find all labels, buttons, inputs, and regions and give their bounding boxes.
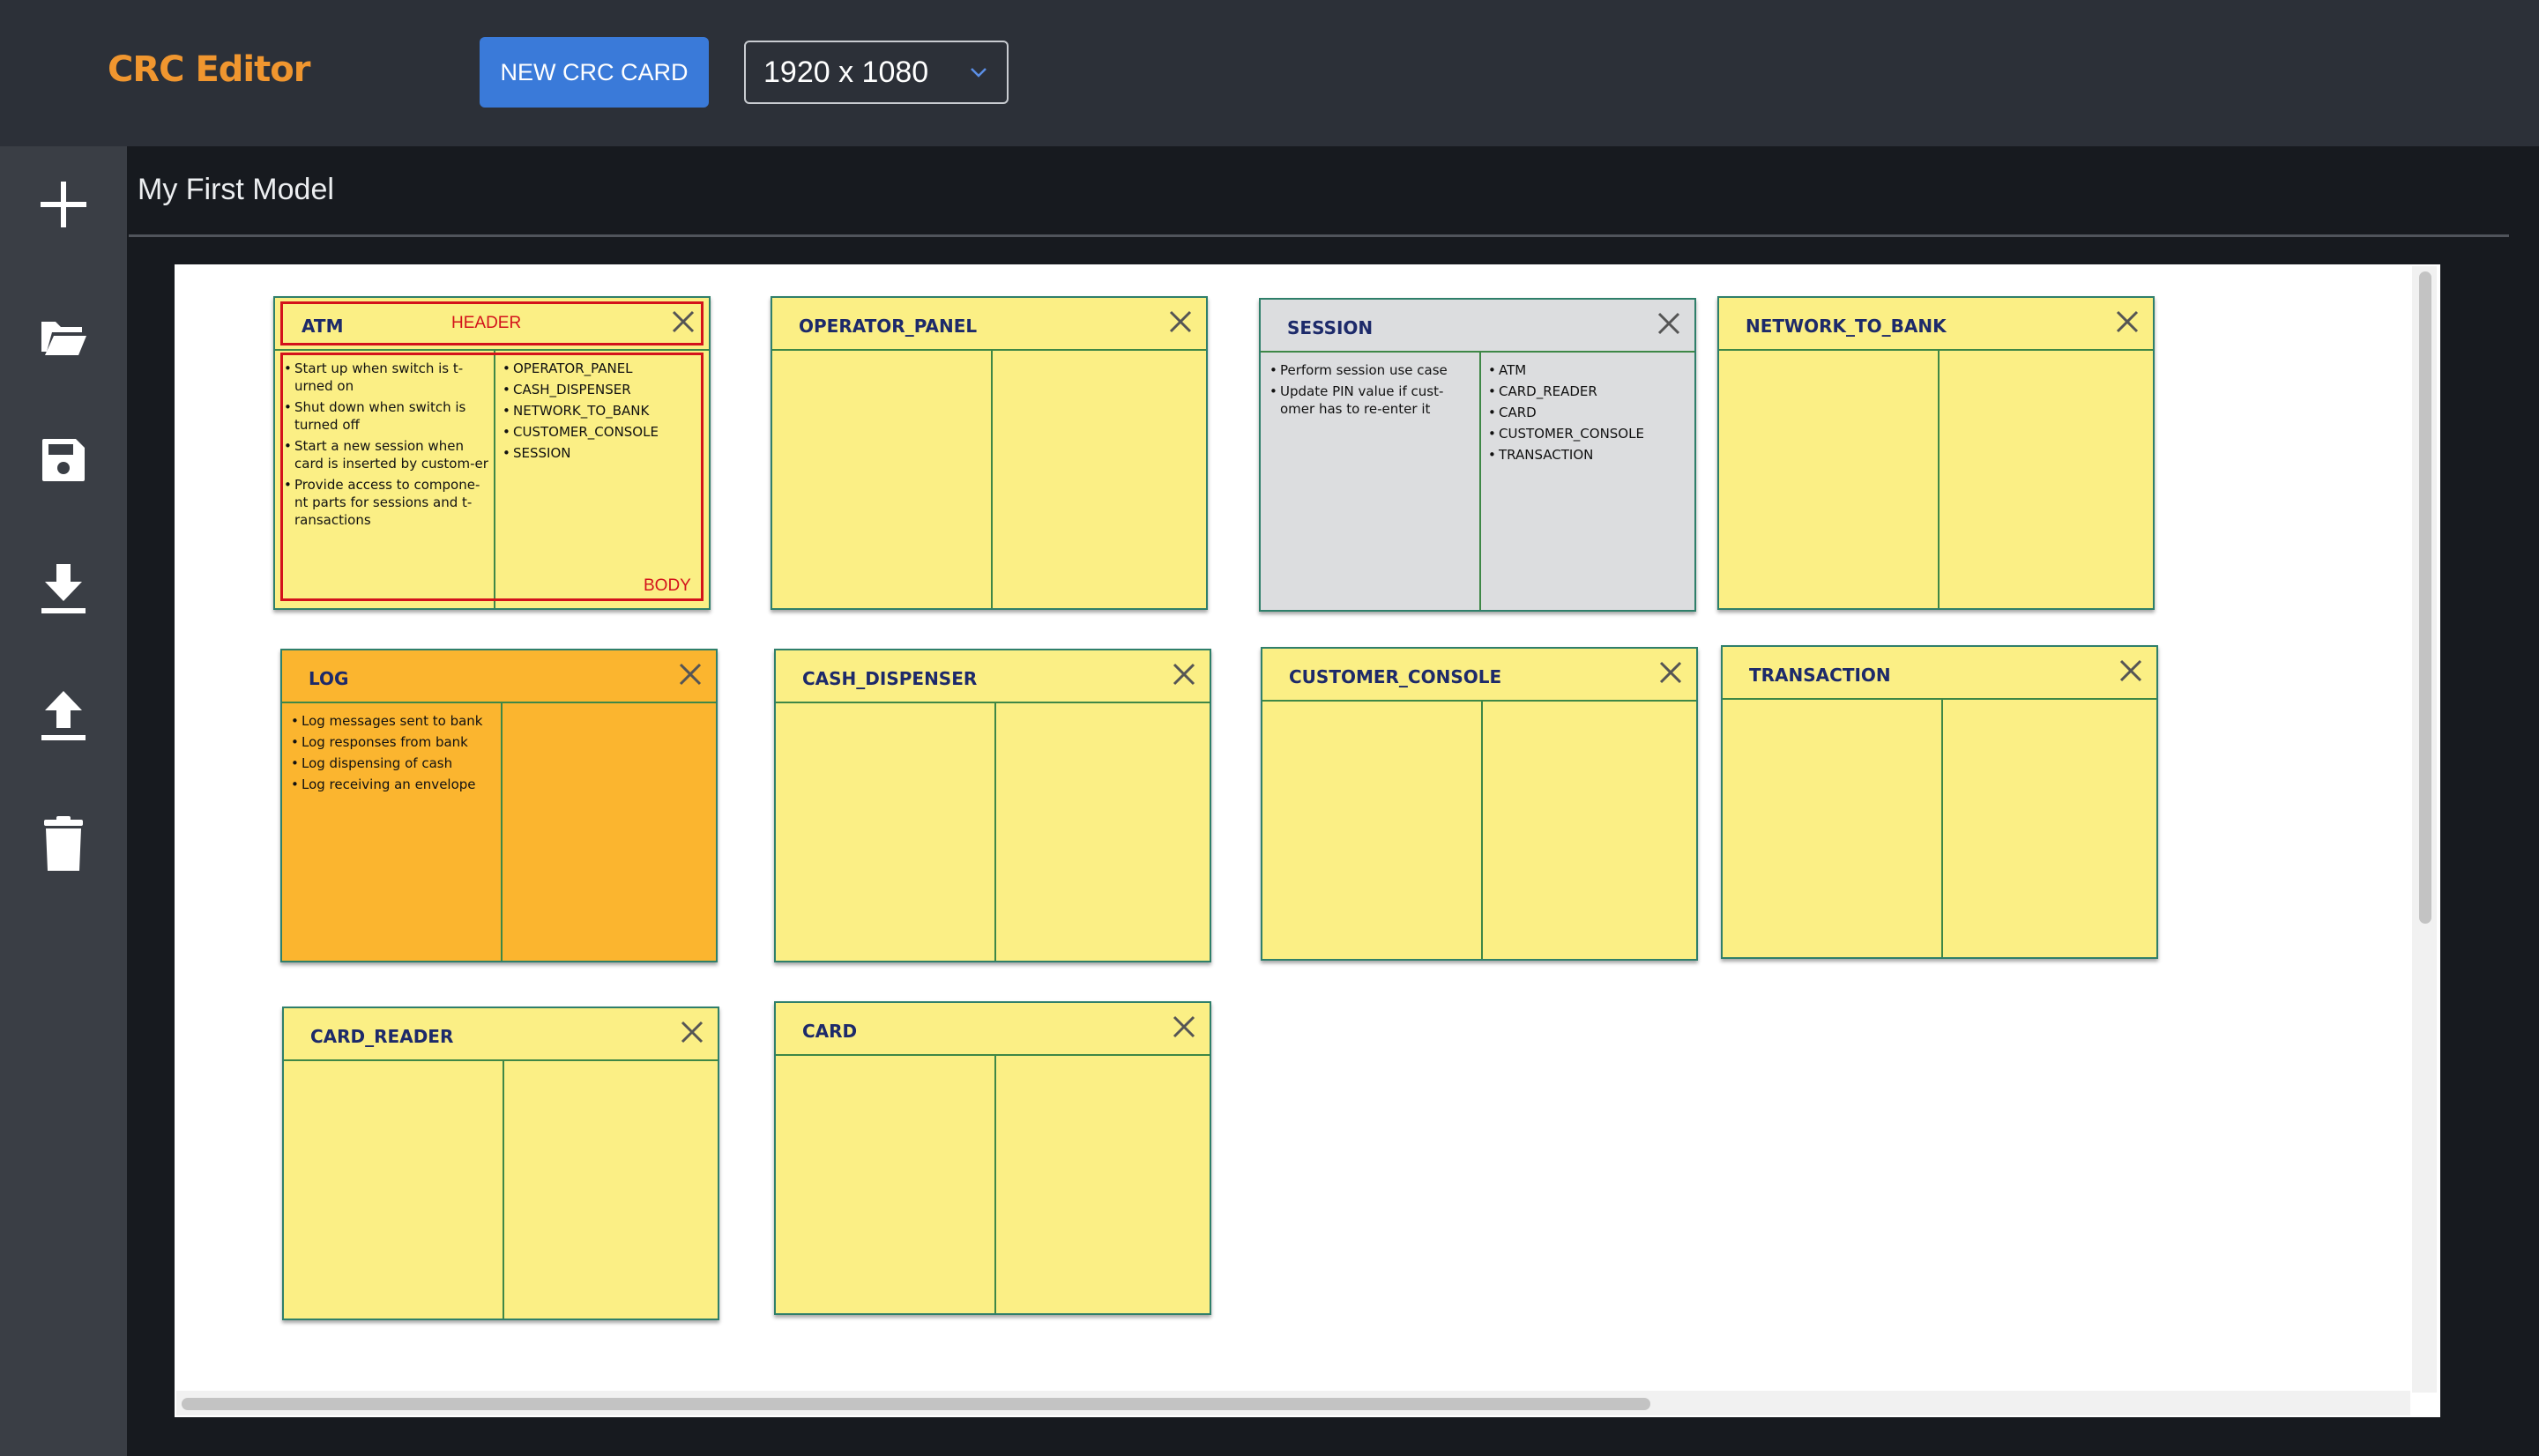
card-header[interactable]: CARD_READER <box>284 1008 718 1061</box>
crc-card[interactable]: NETWORK_TO_BANK <box>1717 296 2155 610</box>
responsibility-item: Log dispensing of cash <box>291 754 495 772</box>
crc-card[interactable]: CARD <box>774 1001 1211 1315</box>
card-column-divider <box>1479 353 1481 610</box>
header-annotation: HEADER <box>451 314 522 332</box>
app-title: CRC Editor <box>108 49 310 90</box>
collaborators-column[interactable]: ATM CARD_READER CARD CUSTOMER_CONSOLE TR… <box>1488 361 1689 467</box>
plus-icon <box>41 182 86 227</box>
delete-button[interactable] <box>32 813 95 876</box>
vertical-scroll-thumb[interactable] <box>2419 271 2431 924</box>
card-column-divider <box>994 1056 996 1313</box>
vertical-scrollbar[interactable] <box>2412 266 2437 1393</box>
crc-card[interactable]: ATM Start up when switch is t-urned on S… <box>273 296 711 610</box>
crc-card[interactable]: TRANSACTION <box>1721 645 2158 959</box>
new-crc-card-button[interactable]: NEW CRC CARD <box>480 37 709 108</box>
sidebar <box>0 146 127 1456</box>
close-icon[interactable] <box>1171 661 1197 687</box>
card-name[interactable]: NETWORK_TO_BANK <box>1746 316 1947 337</box>
trash-icon <box>44 816 83 871</box>
card-name[interactable]: TRANSACTION <box>1749 665 1891 686</box>
folder-open-icon <box>41 322 86 355</box>
card-name[interactable]: CASH_DISPENSER <box>802 668 977 689</box>
crc-card[interactable]: CARD_READER <box>282 1007 719 1320</box>
card-name[interactable]: CARD_READER <box>310 1026 453 1047</box>
horizontal-scroll-thumb[interactable] <box>182 1398 1650 1410</box>
chevron-down-icon <box>971 68 987 78</box>
download-icon <box>41 564 86 613</box>
card-column-divider <box>501 703 503 961</box>
horizontal-scrollbar[interactable] <box>176 1391 2410 1415</box>
model-title[interactable]: My First Model <box>138 173 334 207</box>
responsibility-item: Log receiving an envelope <box>291 776 495 793</box>
card-name[interactable]: CUSTOMER_CONSOLE <box>1289 666 1501 687</box>
card-column-divider <box>1941 700 1943 957</box>
crc-card[interactable]: OPERATOR_PANEL <box>771 296 1208 610</box>
add-card-button[interactable] <box>32 173 95 236</box>
crc-card[interactable]: SESSION Perform session use case Update … <box>1259 298 1696 612</box>
close-icon[interactable] <box>679 1019 705 1045</box>
card-header[interactable]: CARD <box>776 1003 1210 1056</box>
resolution-select[interactable]: 1920 x 1080 <box>744 41 1009 104</box>
top-bar: CRC Editor NEW CRC CARD 1920 x 1080 <box>0 0 2539 146</box>
card-header[interactable]: OPERATOR_PANEL <box>772 298 1206 351</box>
card-name[interactable]: OPERATOR_PANEL <box>799 316 977 337</box>
responsibility-item: Log messages sent to bank <box>291 712 495 730</box>
upload-button[interactable] <box>32 684 95 747</box>
crc-card[interactable]: LOG Log messages sent to bank Log respon… <box>280 649 718 962</box>
body-annotation: BODY <box>644 576 691 595</box>
card-header[interactable]: NETWORK_TO_BANK <box>1719 298 2153 351</box>
collaborator-item: CARD_READER <box>1488 383 1689 400</box>
card-header[interactable]: TRANSACTION <box>1723 647 2156 700</box>
card-name[interactable]: SESSION <box>1287 317 1373 338</box>
close-icon[interactable] <box>1657 659 1684 686</box>
responsibility-item: Log responses from bank <box>291 733 495 751</box>
responsibilities-column[interactable]: Perform session use case Update PIN valu… <box>1270 361 1474 421</box>
save-model-button[interactable] <box>32 428 95 492</box>
crc-card[interactable]: CASH_DISPENSER <box>774 649 1211 962</box>
card-column-divider <box>1938 351 1940 608</box>
card-header[interactable]: CUSTOMER_CONSOLE <box>1262 649 1696 702</box>
upload-icon <box>41 691 86 740</box>
card-header[interactable]: LOG <box>282 650 716 703</box>
close-icon[interactable] <box>2114 308 2141 335</box>
close-icon[interactable] <box>1171 1014 1197 1040</box>
resolution-value: 1920 x 1080 <box>763 55 929 89</box>
card-name[interactable]: CARD <box>802 1021 857 1042</box>
card-column-divider <box>994 703 996 961</box>
card-header[interactable]: SESSION <box>1261 300 1694 353</box>
collaborator-item: CARD <box>1488 404 1689 421</box>
card-header[interactable]: CASH_DISPENSER <box>776 650 1210 703</box>
collaborator-item: CUSTOMER_CONSOLE <box>1488 425 1689 442</box>
download-button[interactable] <box>32 557 95 620</box>
card-column-divider <box>1481 702 1483 959</box>
crc-card[interactable]: CUSTOMER_CONSOLE <box>1261 647 1698 961</box>
responsibility-item: Update PIN value if cust-omer has to re-… <box>1270 383 1474 418</box>
close-icon[interactable] <box>1656 310 1682 337</box>
title-divider <box>129 234 2509 237</box>
collaborator-item: ATM <box>1488 361 1689 379</box>
card-canvas[interactable]: ATM Start up when switch is t-urned on S… <box>175 264 2440 1417</box>
save-icon <box>42 439 85 481</box>
card-name[interactable]: LOG <box>309 668 348 689</box>
close-icon[interactable] <box>1167 308 1194 335</box>
collaborator-item: TRANSACTION <box>1488 446 1689 464</box>
body-highlight <box>280 353 704 601</box>
open-model-button[interactable] <box>32 305 95 368</box>
close-icon[interactable] <box>677 661 704 687</box>
responsibilities-column[interactable]: Log messages sent to bank Log responses … <box>291 712 495 797</box>
card-column-divider <box>503 1061 504 1319</box>
responsibility-item: Perform session use case <box>1270 361 1474 379</box>
card-column-divider <box>991 351 993 608</box>
close-icon[interactable] <box>2118 657 2144 684</box>
